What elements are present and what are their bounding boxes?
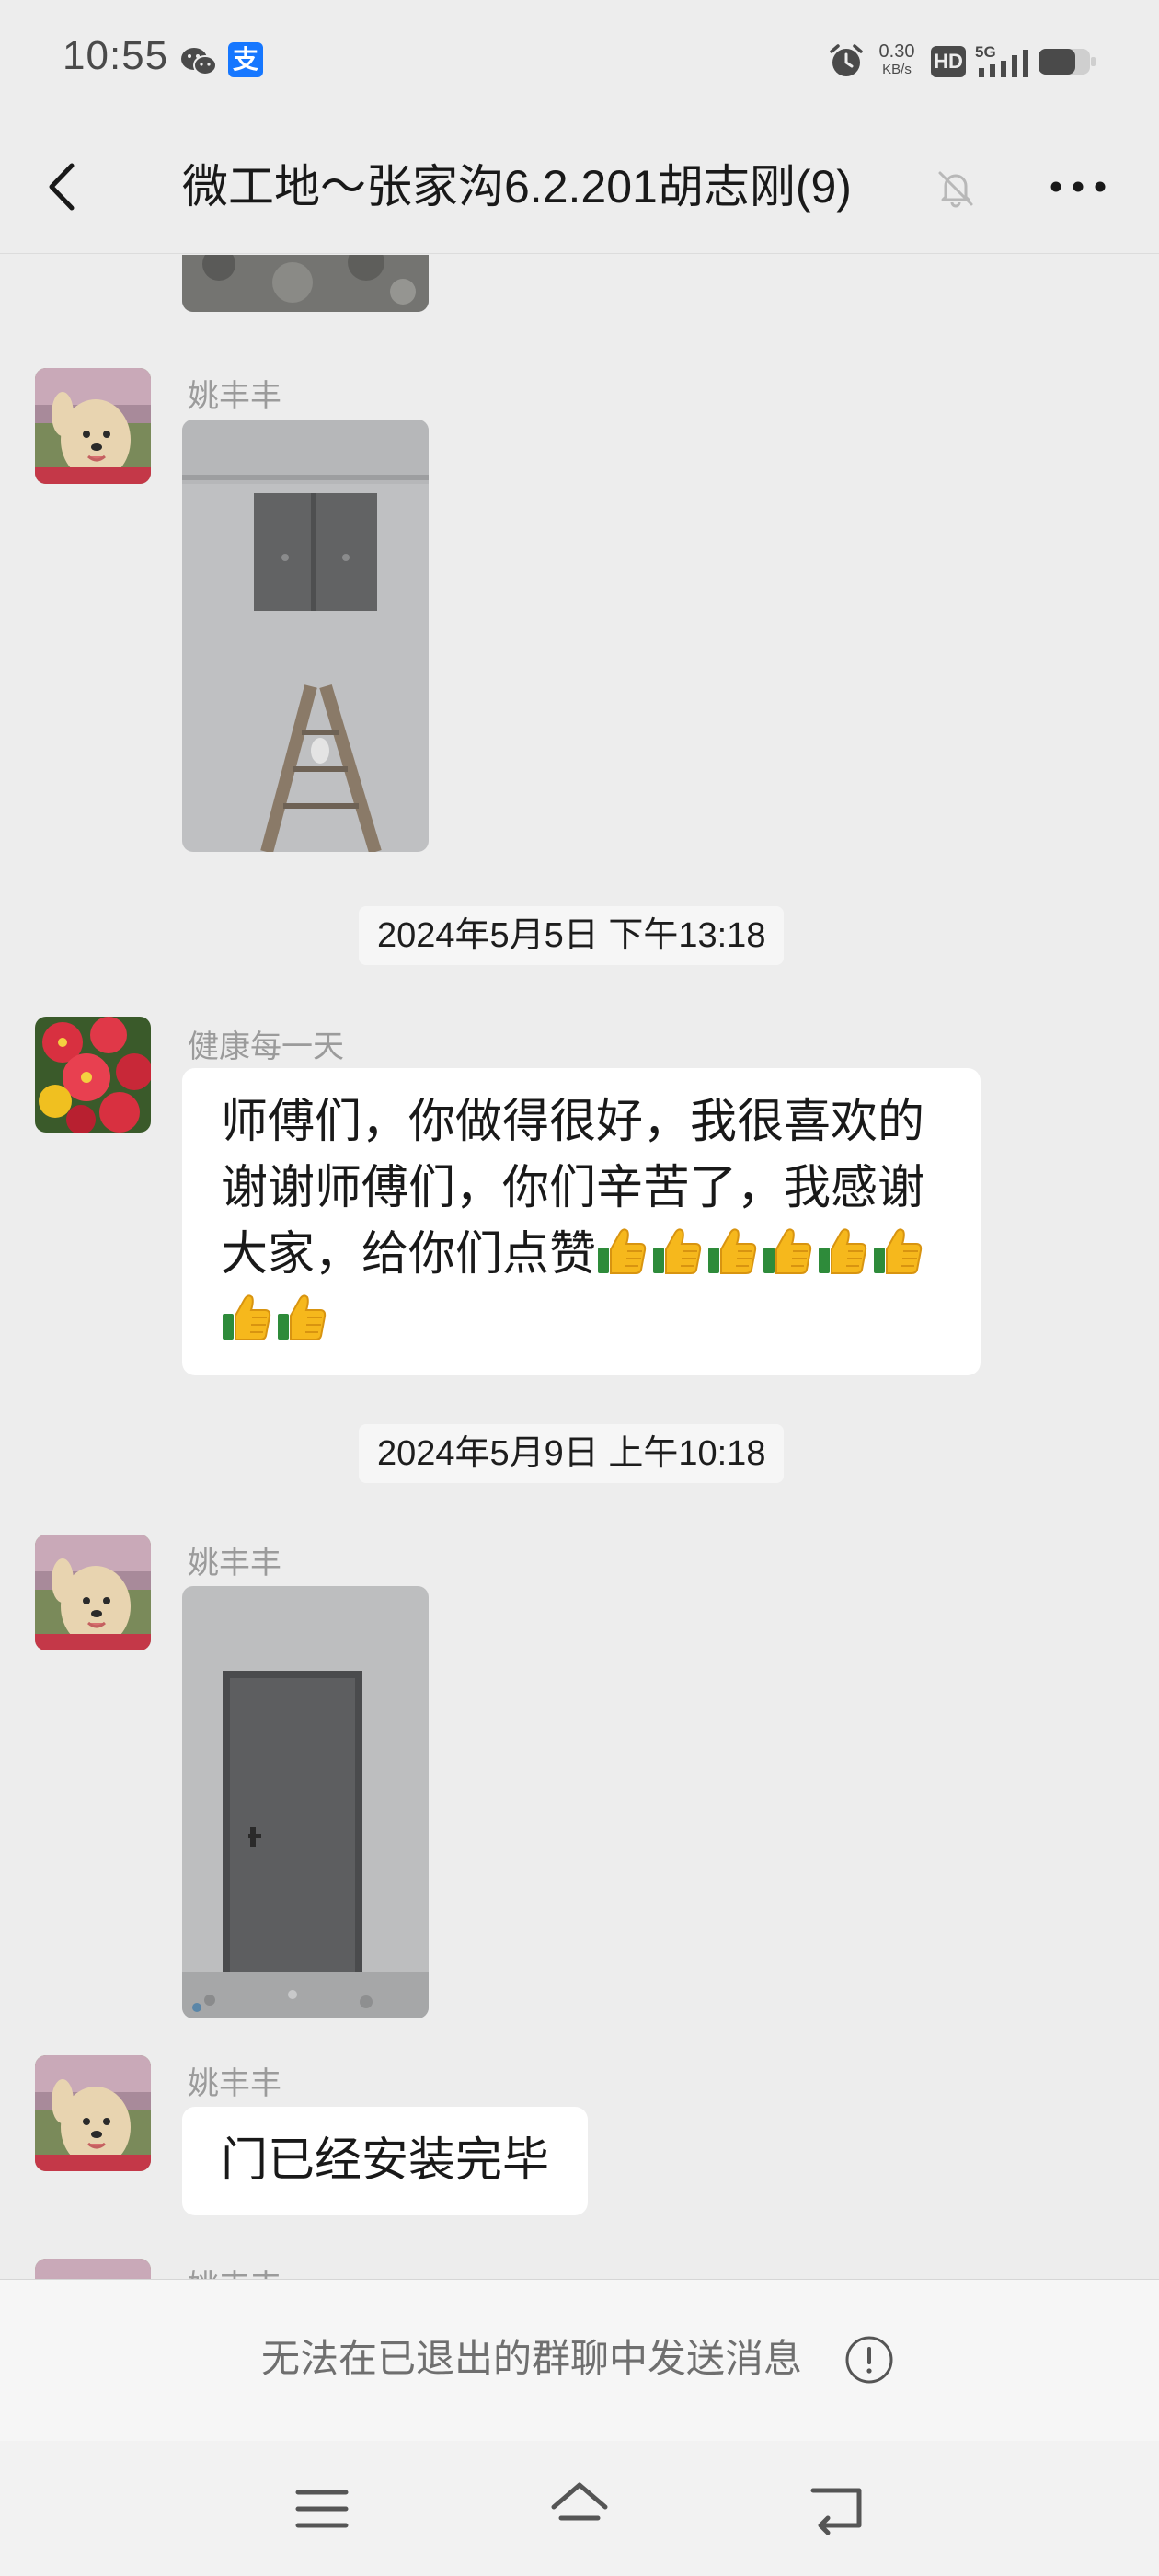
signal-icon: 5G [975, 43, 1028, 77]
home-icon[interactable] [548, 2478, 611, 2536]
system-nav-bar [0, 2441, 1159, 2576]
net-speed-unit: KB/s [882, 62, 912, 77]
image-message[interactable] [182, 255, 429, 312]
back-icon[interactable] [39, 156, 90, 217]
sender-name: 姚丰丰 [188, 2260, 281, 2279]
thumbs-up-icon [278, 1294, 327, 1340]
thumbs-up-icon [763, 1228, 812, 1274]
disabled-input-bar: 无法在已退出的群聊中发送消息 [0, 2279, 1159, 2441]
text-message[interactable]: 门已经安装完毕 [182, 2107, 589, 2215]
hd-icon: HD [931, 46, 966, 77]
text-message[interactable]: 师傅们，你做得很好，我很喜欢的谢谢师傅们，你们辛苦了，我感谢大家，给你们点赞 [182, 1068, 981, 1375]
status-time: 10:55 [63, 33, 169, 78]
avatar[interactable] [35, 1017, 151, 1133]
back-nav-icon[interactable] [808, 2479, 866, 2535]
net-speed: 0.30 KB/s [876, 42, 918, 76]
chat-area[interactable]: 姚丰丰 2024年5月5日 下午13:18 健康每一天 师傅们，你做得很好，我很… [0, 255, 1159, 2279]
timestamp: 2024年5月9日 上午10:18 [359, 1424, 785, 1483]
sender-name: 健康每一天 [188, 1029, 344, 1064]
info-icon[interactable] [844, 2335, 894, 2385]
net-speed-value: 0.30 [878, 41, 915, 62]
thumbs-up-icon [598, 1228, 647, 1274]
wechat-icon [181, 48, 217, 75]
battery-icon [1039, 49, 1096, 75]
status-bar: 10:55 支 0.30 KB/s HD 5G [0, 0, 1159, 120]
alipay-icon: 支 [228, 42, 263, 77]
message-text: 门已经安装完毕 [221, 2133, 550, 2186]
menu-icon[interactable] [294, 2485, 350, 2533]
thumbs-up-icon [653, 1228, 702, 1274]
image-message[interactable] [182, 1586, 429, 2018]
network-label: 5G [975, 43, 996, 61]
thumbs-up-icon [223, 1294, 271, 1340]
sender-name: 姚丰丰 [188, 379, 281, 414]
more-icon[interactable] [1049, 175, 1107, 199]
thumbs-up-icon [874, 1228, 923, 1274]
nav-bar: 微工地～张家沟6.2.201胡志刚(9) [0, 120, 1159, 254]
thumbs-up-icon [708, 1228, 757, 1274]
avatar[interactable] [35, 1535, 151, 1650]
timestamp: 2024年5月5日 下午13:18 [359, 906, 785, 965]
avatar[interactable] [35, 2259, 151, 2279]
sender-name: 姚丰丰 [188, 1546, 281, 1581]
alarm-icon [830, 44, 863, 76]
avatar[interactable] [35, 2055, 151, 2171]
sender-name: 姚丰丰 [188, 2066, 281, 2101]
mute-icon [938, 171, 973, 208]
chat-title: 微工地～张家沟6.2.201胡志刚(9) [182, 161, 852, 213]
disabled-message: 无法在已退出的群聊中发送消息 [261, 2337, 803, 2380]
image-message[interactable] [182, 420, 429, 852]
thumbs-up-icon [819, 1228, 867, 1274]
avatar[interactable] [35, 368, 151, 484]
